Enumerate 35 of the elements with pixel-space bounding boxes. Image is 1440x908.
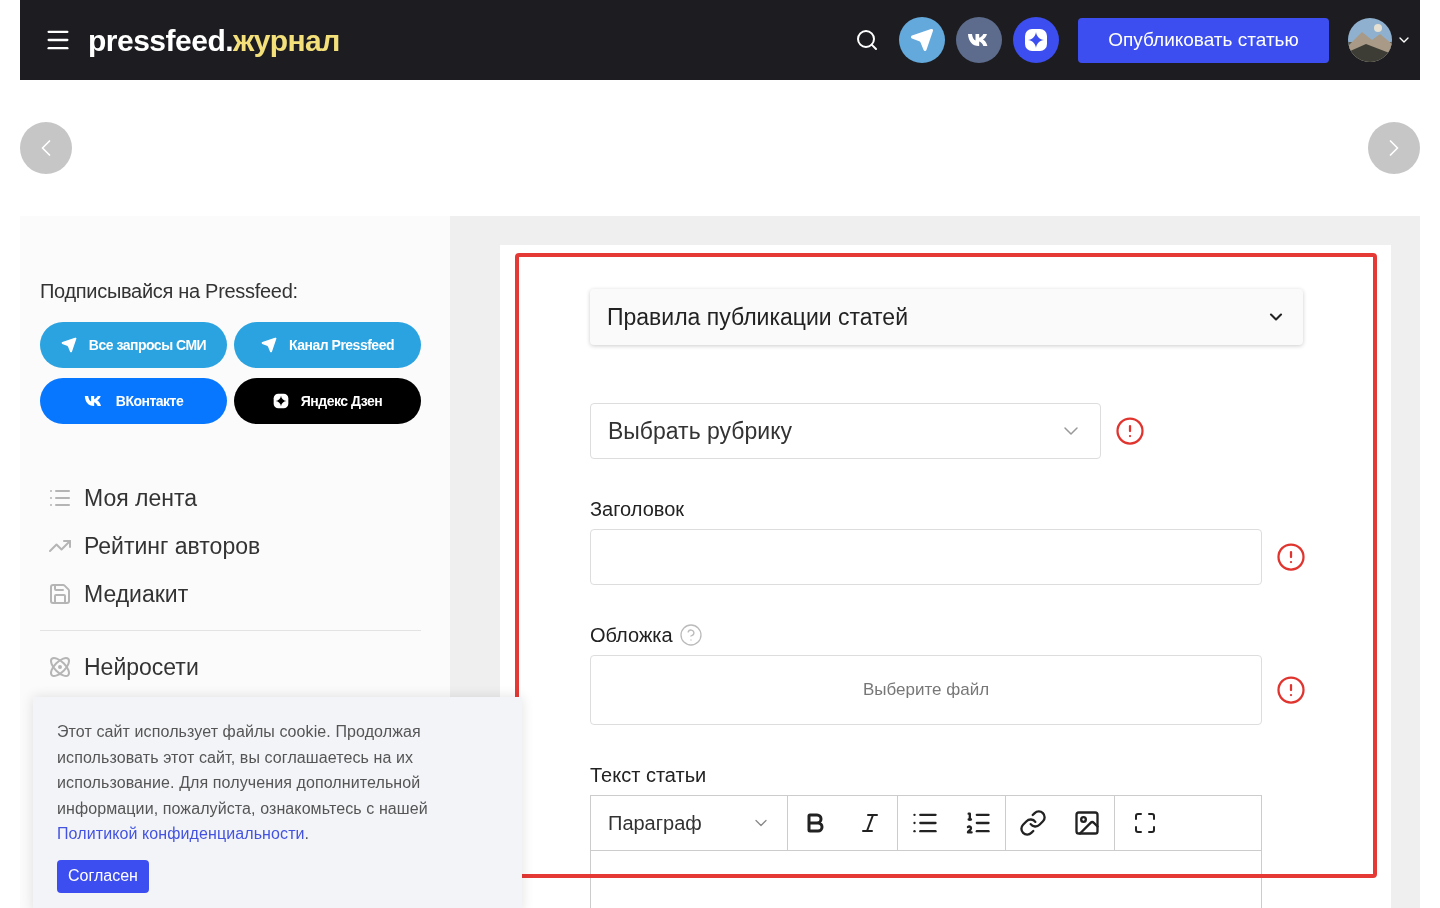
search-icon[interactable] <box>855 28 879 52</box>
telegram-button[interactable] <box>899 17 945 63</box>
publish-button[interactable]: Опубликовать статью <box>1078 17 1329 63</box>
editor-area[interactable] <box>590 851 1262 908</box>
fullscreen-icon[interactable] <box>1133 811 1157 835</box>
privacy-link[interactable]: Политикой конфиденциальности <box>57 825 305 842</box>
accept-button[interactable]: Согласен <box>57 859 149 893</box>
nav-link[interactable]: Моя лента <box>84 480 198 516</box>
title-input[interactable] <box>590 529 1262 585</box>
paper-plane-icon <box>910 28 934 52</box>
cookie-text: Этот сайт использует файлы cookie. Продолжая использовать этот сайт, вы соглашаетесь на их использование. Для получения дополнительной информации, пожалуйста, ознакомьтесь с нашей Политикой конфиденциальности. <box>57 722 429 844</box>
nav-link[interactable]: Нейросети <box>84 649 199 685</box>
paper-plane-icon <box>261 337 277 353</box>
link-icon[interactable] <box>1019 809 1047 837</box>
category-select[interactable]: Выбрать рубрику <box>590 403 1101 459</box>
social-button[interactable]: ВКонтакте <box>40 378 227 424</box>
zen-button[interactable] <box>1013 17 1059 63</box>
document-icon <box>48 582 72 606</box>
paper-plane-icon <box>60 337 77 353</box>
vk-button[interactable] <box>956 17 1002 63</box>
nav-link[interactable]: Рейтинг авторов <box>84 528 261 564</box>
format-select[interactable]: Параграф <box>591 796 788 850</box>
nav-link[interactable]: Медиакит <box>84 576 189 612</box>
vk-icon <box>83 395 104 407</box>
atom-icon <box>48 655 72 679</box>
rules-dropdown[interactable]: Правила публикации статей <box>590 289 1303 345</box>
field-label: Текст статьи <box>590 763 707 787</box>
field-label: Обложка <box>590 623 673 647</box>
image-icon[interactable] <box>1073 809 1101 837</box>
subscribe-title: Подписывайся на Pressfeed: <box>40 279 299 304</box>
social-button[interactable]: Яндекс Дзен <box>234 378 421 424</box>
field-label: Заголовок <box>590 497 685 521</box>
star-icon <box>272 393 289 409</box>
file-picker[interactable]: Выберите файл <box>590 655 1262 725</box>
logo[interactable]: pressfeed.журнал <box>88 17 340 63</box>
